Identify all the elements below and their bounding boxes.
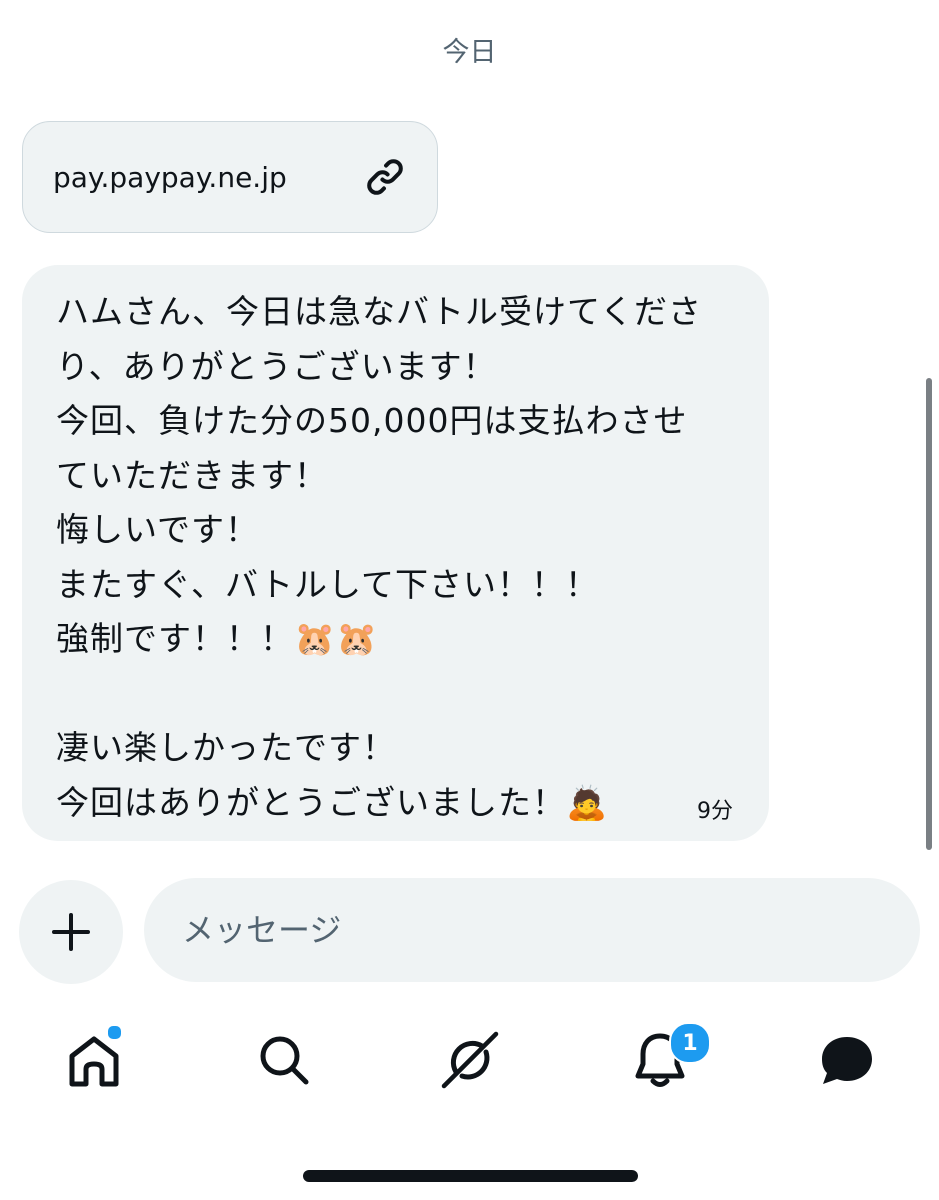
message-line: ていただきます！ [56, 455, 328, 495]
message-line: 凄い楽しかったです！ [56, 728, 396, 767]
home-indicator [303, 1170, 638, 1182]
tab-grok[interactable] [438, 1028, 502, 1092]
message-line: またすぐ、バトルして下さい！！！ [56, 564, 600, 604]
message-bubble[interactable]: ハムさん、今日は急なバトル受けてくださ り、ありがとうございます！ 今回、負けた… [22, 265, 769, 841]
message-line: 今回、負けた分の50,000円は支払わさせ [56, 401, 688, 440]
bottom-tab-bar [0, 1010, 939, 1110]
link-preview-card[interactable]: pay.paypay.ne.jp [22, 121, 438, 233]
message-icon [822, 1037, 872, 1084]
tab-search[interactable] [252, 1028, 316, 1092]
message-timestamp: 9分 [697, 799, 733, 824]
link-icon [367, 159, 403, 195]
tab-messages[interactable] [815, 1028, 879, 1092]
message-line: り、ありがとうございます！ [56, 346, 497, 386]
link-domain: pay.paypay.ne.jp [53, 160, 287, 194]
message-input[interactable] [144, 878, 920, 982]
scrollbar[interactable] [926, 378, 932, 850]
composer [0, 878, 939, 984]
message-line: ハムさん、今日は急なバトル受けてくださ [56, 292, 702, 331]
message-line: 強制です！！！🐹🐹 [56, 619, 379, 658]
add-attachment-button[interactable] [19, 880, 123, 984]
message-line: 今回はありがとうございました！🙇 [56, 782, 609, 822]
grok-icon [441, 1031, 499, 1089]
date-separator: 今日 [442, 37, 497, 68]
message-line [56, 667, 739, 722]
message-line: 悔しいです！ [56, 510, 260, 549]
plus-icon [52, 913, 90, 951]
search-icon [260, 1036, 309, 1085]
notification-badge: 1 [669, 1022, 711, 1064]
home-notification-dot [106, 1024, 123, 1041]
